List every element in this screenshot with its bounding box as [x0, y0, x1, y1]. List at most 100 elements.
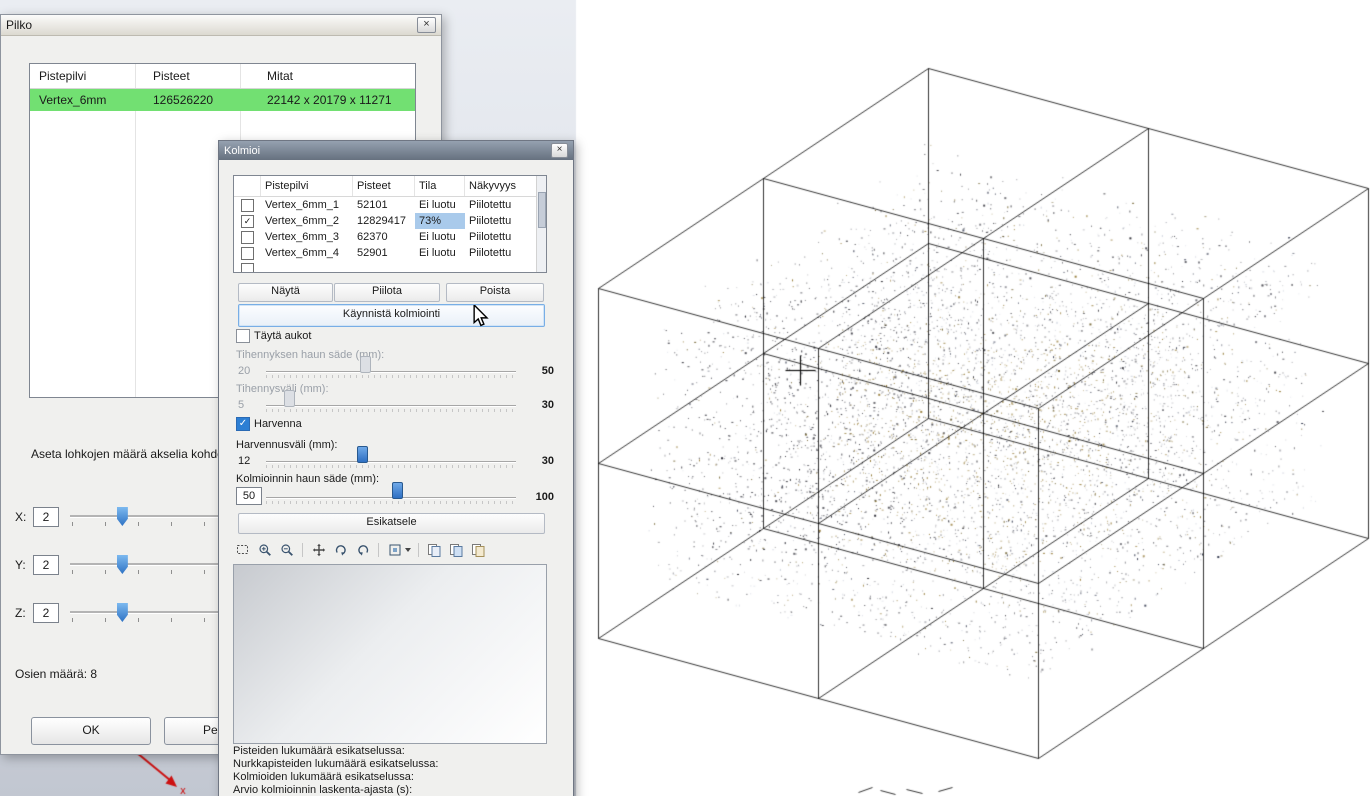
table-row[interactable]: ✓ Vertex_6mm_2 12829417 73% Piilotettu	[234, 213, 546, 229]
table-row[interactable]: Vertex_6mm_1 52101 Ei luotu Piilotettu	[234, 197, 546, 213]
y-axis-label: Y:	[15, 558, 33, 572]
column-header-mitat[interactable]: Mitat	[258, 64, 415, 88]
cell-points: 12829417	[353, 213, 415, 229]
row-checkbox[interactable]	[241, 231, 254, 244]
slider-ticks	[266, 375, 516, 378]
cell-points: 52101	[353, 197, 415, 213]
column-header-nakyvyys[interactable]: Näkyvyys	[465, 176, 546, 196]
show-button[interactable]: Näytä	[238, 283, 333, 302]
slider-max: 50	[518, 365, 554, 377]
pilko-titlebar[interactable]: Pilko ×	[1, 15, 441, 36]
cell-visibility: Piilotettu	[465, 229, 546, 245]
slider-value: 5	[238, 399, 244, 411]
cell-visibility: Piilotettu	[465, 213, 546, 229]
zoom-out-icon[interactable]	[278, 542, 295, 559]
cell-points: 52901	[353, 245, 415, 261]
table-scrollbar[interactable]	[536, 176, 546, 272]
fill-holes-label: Täytä aukot	[254, 330, 311, 342]
slider-thumb	[360, 356, 371, 373]
copy-view-icon[interactable]	[426, 542, 443, 559]
column-header-pistepilvi[interactable]: Pistepilvi	[30, 64, 144, 88]
slider-thumb[interactable]	[357, 446, 368, 463]
slider-ticks	[266, 409, 516, 412]
z-axis-label: Z:	[15, 606, 33, 620]
row-checkbox[interactable]	[241, 199, 254, 212]
triangulation-radius-slider[interactable]: 50 100	[236, 489, 554, 507]
x-axis-value-field[interactable]: 2	[33, 507, 59, 527]
application-window: Pilko × Pistepilvi Pisteet Mitat Vertex_…	[0, 0, 1372, 796]
column-header-pisteet[interactable]: Pisteet	[144, 64, 258, 88]
kolmioi-titlebar[interactable]: Kolmioi ×	[219, 141, 573, 160]
cell-state-selected: 73%	[415, 213, 465, 229]
toolbar-separator	[378, 543, 379, 557]
rotate-cw-icon[interactable]	[332, 542, 349, 559]
fit-view-icon[interactable]	[386, 542, 403, 559]
remove-button[interactable]: Poista	[446, 283, 544, 302]
hide-button[interactable]: Piilota	[334, 283, 440, 302]
cell-visibility: Piilotettu	[465, 245, 546, 261]
slider-track	[266, 405, 516, 406]
cell-pistepilvi: Vertex_6mm	[30, 89, 144, 111]
pilko-close-button[interactable]: ×	[417, 17, 436, 33]
stat-time-estimate-label: Arvio kolmioinnin laskenta-ajasta (s):	[233, 784, 412, 796]
slider-thumb[interactable]	[392, 482, 403, 499]
copy-view-color-icon[interactable]	[448, 542, 465, 559]
table-row[interactable]: Vertex_6mm_3 62370 Ei luotu Piilotettu	[234, 229, 546, 245]
column-header-pisteet[interactable]: Pisteet	[353, 176, 415, 196]
kolmioi-dialog: Kolmioi × Pistepilvi Pisteet Tila Näkyvy…	[218, 140, 574, 796]
row-checkbox[interactable]: ✓	[241, 215, 254, 228]
blocks-per-axis-label: Aseta lohkojen määrä akselia kohden	[31, 447, 230, 461]
zoom-window-icon[interactable]	[234, 542, 251, 559]
fit-view-dropdown-icon[interactable]	[405, 548, 411, 552]
densify-radius-slider: 20 50	[236, 363, 554, 381]
toolbar-separator	[302, 543, 303, 557]
slider-track[interactable]	[266, 461, 516, 462]
column-header-pistepilvi[interactable]: Pistepilvi	[261, 176, 353, 196]
row-checkbox[interactable]	[241, 247, 254, 260]
table-row-partial[interactable]	[234, 261, 546, 273]
slider-track	[266, 371, 516, 372]
copy-view-file-icon[interactable]	[470, 542, 487, 559]
triangulation-radius-label: Kolmioinnin haun säde (mm):	[236, 473, 379, 485]
column-header-tila[interactable]: Tila	[415, 176, 465, 196]
slider-value: 12	[238, 455, 250, 467]
kolmioi-table-header: Pistepilvi Pisteet Tila Näkyvyys	[234, 176, 546, 197]
slider-value-field[interactable]: 50	[236, 487, 262, 505]
triangulation-preview-area[interactable]	[233, 564, 547, 744]
y-axis-value-field[interactable]: 2	[33, 555, 59, 575]
pan-icon[interactable]	[310, 542, 327, 559]
slider-ticks	[266, 501, 516, 504]
cell-pisteet: 126526220	[144, 89, 258, 111]
cell-state: Ei luotu	[415, 197, 465, 213]
zoom-in-icon[interactable]	[256, 542, 273, 559]
cell-points: 62370	[353, 229, 415, 245]
kolmioi-close-button[interactable]: ×	[551, 143, 568, 158]
table-row[interactable]: Vertex_6mm 126526220 22142 x 20179 x 112…	[30, 89, 415, 111]
kolmioi-pointcloud-table[interactable]: Pistepilvi Pisteet Tila Näkyvyys Vertex_…	[233, 175, 547, 273]
thinning-spacing-label: Harvennusväli (mm):	[236, 439, 337, 451]
thin-checkbox[interactable]: ✓	[236, 417, 250, 431]
pilko-title: Pilko	[6, 18, 32, 32]
cell-visibility: Piilotettu	[465, 197, 546, 213]
slider-max: 100	[518, 491, 554, 503]
start-triangulation-button[interactable]: Käynnistä kolmiointi	[238, 304, 545, 327]
rotate-ccw-icon[interactable]	[354, 542, 371, 559]
thinning-spacing-slider[interactable]: 12 30	[236, 453, 554, 471]
preview-button[interactable]: Esikatsele	[238, 513, 545, 534]
table-row[interactable]: Vertex_6mm_4 52901 Ei luotu Piilotettu	[234, 245, 546, 261]
thin-label: Harvenna	[254, 418, 302, 430]
stat-triangles-label: Kolmioiden lukumäärä esikatselussa:	[233, 771, 414, 783]
row-checkbox[interactable]	[241, 263, 254, 274]
slider-track[interactable]	[266, 497, 516, 498]
ok-button[interactable]: OK	[31, 717, 151, 745]
scrollbar-thumb[interactable]	[538, 192, 546, 228]
fill-holes-checkbox[interactable]	[236, 329, 250, 343]
densify-spacing-slider: 5 30	[236, 397, 554, 415]
column-divider	[135, 64, 136, 397]
pilko-table-header: Pistepilvi Pisteet Mitat	[30, 64, 415, 89]
cell-name: Vertex_6mm_1	[261, 197, 353, 213]
kolmioi-title: Kolmioi	[224, 145, 260, 157]
z-axis-value-field[interactable]: 2	[33, 603, 59, 623]
cell-mitat: 22142 x 20179 x 11271	[258, 89, 415, 111]
slider-ticks	[266, 465, 516, 468]
